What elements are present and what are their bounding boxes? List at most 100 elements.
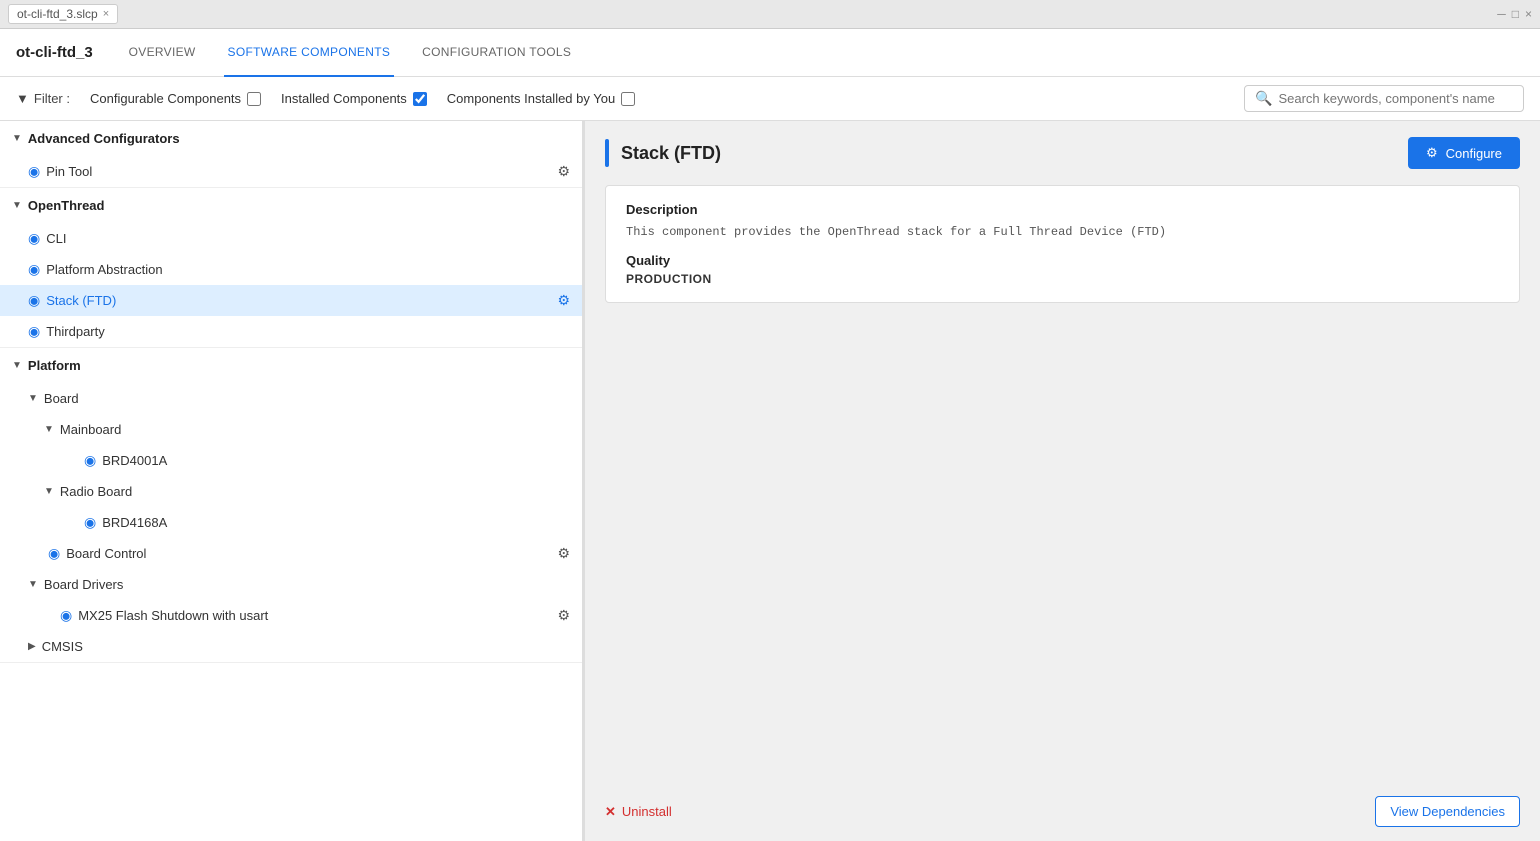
main-layout: ▼ Advanced Configurators ◉ Pin Tool ⚙ ▼ … [0, 121, 1540, 841]
uninstall-button[interactable]: ✕ Uninstall [605, 804, 672, 820]
filter-configurable: Configurable Components [90, 91, 261, 106]
configure-gear-icon: ⚙ [1426, 145, 1438, 161]
installed-by-you-label: Components Installed by You [447, 91, 615, 106]
group-label: Advanced Configurators [28, 131, 180, 146]
close-window-icon[interactable]: × [1525, 7, 1532, 21]
uninstall-label: Uninstall [622, 804, 672, 819]
quality-value: PRODUCTION [626, 272, 1499, 286]
minimize-icon[interactable]: ─ [1497, 7, 1506, 21]
subgroup-label: Board Drivers [44, 577, 123, 592]
item-mx25-flash[interactable]: ◉ MX25 Flash Shutdown with usart ⚙ [16, 600, 582, 631]
subgroup-label: CMSIS [42, 639, 83, 654]
view-deps-label: View Dependencies [1390, 804, 1505, 819]
check-icon: ◉ [48, 545, 60, 562]
configurable-label: Configurable Components [90, 91, 241, 106]
view-dependencies-button[interactable]: View Dependencies [1375, 796, 1520, 827]
subgroup-board-wrapper: ▼ Board ▼ Mainboard ◉ BRD4001A [0, 383, 582, 569]
triangle-icon: ▼ [44, 424, 54, 435]
component-title: Stack (FTD) [621, 143, 721, 164]
component-title-bar: Stack (FTD) [605, 139, 1408, 167]
triangle-icon: ▼ [28, 393, 38, 404]
subgroup-label: Mainboard [60, 422, 121, 437]
item-thirdparty[interactable]: ◉ Thirdparty [0, 316, 582, 347]
group-platform[interactable]: ▼ Platform [0, 348, 582, 383]
subgroup-radio-board-wrapper: ▼ Radio Board ◉ BRD4168A [16, 476, 582, 538]
subgroup-mainboard[interactable]: ▼ Mainboard [32, 414, 582, 445]
section-platform: ▼ Platform ▼ Board ▼ Mainboard ◉ [0, 348, 582, 663]
subgroup-mainboard-wrapper: ▼ Mainboard ◉ BRD4001A [16, 414, 582, 476]
check-icon: ◉ [28, 163, 40, 180]
item-brd4001a[interactable]: ◉ BRD4001A [32, 445, 582, 476]
group-label: Platform [28, 358, 81, 373]
close-icon[interactable]: × [103, 8, 109, 20]
gear-icon[interactable]: ⚙ [557, 545, 570, 562]
configurable-checkbox[interactable] [247, 92, 261, 106]
maximize-icon[interactable]: □ [1512, 7, 1519, 21]
gear-icon[interactable]: ⚙ [557, 163, 570, 180]
installed-checkbox[interactable] [413, 92, 427, 106]
group-openthread[interactable]: ▼ OpenThread [0, 188, 582, 223]
triangle-icon: ▼ [44, 486, 54, 497]
check-icon: ◉ [60, 607, 72, 624]
group-advanced-configurators[interactable]: ▼ Advanced Configurators [0, 121, 582, 156]
triangle-icon: ▼ [12, 360, 22, 371]
item-cli[interactable]: ◉ CLI [0, 223, 582, 254]
window-chrome: ot-cli-ftd_3.slcp × ─ □ × [0, 0, 1540, 29]
item-pin-tool[interactable]: ◉ Pin Tool ⚙ [0, 156, 582, 187]
subgroup-label: Radio Board [60, 484, 132, 499]
funnel-icon: ▼ [16, 91, 29, 106]
check-icon: ◉ [28, 323, 40, 340]
triangle-icon: ▼ [28, 579, 38, 590]
configure-button[interactable]: ⚙ Configure [1408, 137, 1520, 169]
item-brd4168a[interactable]: ◉ BRD4168A [32, 507, 582, 538]
installed-by-you-checkbox[interactable] [621, 92, 635, 106]
item-label: Thirdparty [46, 324, 105, 339]
component-header: Stack (FTD) ⚙ Configure [585, 121, 1540, 185]
installed-label: Installed Components [281, 91, 407, 106]
item-stack-ftd[interactable]: ◉ Stack (FTD) ⚙ [0, 285, 582, 316]
search-box[interactable]: 🔍 [1244, 85, 1524, 112]
description-text: This component provides the OpenThread s… [626, 225, 1499, 239]
item-label: Pin Tool [46, 164, 92, 179]
triangle-icon: ▼ [12, 200, 22, 211]
item-label: BRD4001A [102, 453, 167, 468]
item-label: Board Control [66, 546, 146, 561]
filter-bar: ▼ Filter : Configurable Components Insta… [0, 77, 1540, 121]
main-header: ot-cli-ftd_3 OVERVIEW SOFTWARE COMPONENT… [0, 29, 1540, 77]
accent-bar [605, 139, 609, 167]
item-label: CLI [46, 231, 66, 246]
item-label: Platform Abstraction [46, 262, 162, 277]
item-label: BRD4168A [102, 515, 167, 530]
subgroup-cmsis[interactable]: ▶ CMSIS [16, 631, 582, 662]
description-card: Description This component provides the … [605, 185, 1520, 303]
tab-overview[interactable]: OVERVIEW [125, 29, 200, 77]
section-advanced-configurators: ▼ Advanced Configurators ◉ Pin Tool ⚙ [0, 121, 582, 188]
check-icon: ◉ [28, 261, 40, 278]
check-icon: ◉ [84, 452, 96, 469]
section-openthread: ▼ OpenThread ◉ CLI ◉ Platform Abstractio… [0, 188, 582, 348]
check-icon: ◉ [84, 514, 96, 531]
subgroup-radio-board[interactable]: ▼ Radio Board [32, 476, 582, 507]
subgroup-board-drivers[interactable]: ▼ Board Drivers [16, 569, 582, 600]
gear-icon[interactable]: ⚙ [557, 292, 570, 309]
window-tab[interactable]: ot-cli-ftd_3.slcp × [8, 4, 118, 24]
spacer [585, 303, 1540, 782]
right-panel: Stack (FTD) ⚙ Configure Description This… [585, 121, 1540, 841]
filter-installed-by-you: Components Installed by You [447, 91, 635, 106]
left-panel: ▼ Advanced Configurators ◉ Pin Tool ⚙ ▼ … [0, 121, 585, 841]
item-board-control[interactable]: ◉ Board Control ⚙ [16, 538, 582, 569]
search-input[interactable] [1278, 91, 1513, 106]
gear-icon[interactable]: ⚙ [557, 607, 570, 624]
description-heading: Description [626, 202, 1499, 217]
x-icon: ✕ [605, 804, 616, 820]
item-platform-abstraction[interactable]: ◉ Platform Abstraction [0, 254, 582, 285]
quality-heading: Quality [626, 253, 1499, 268]
bottom-bar: ✕ Uninstall View Dependencies [585, 782, 1540, 841]
filter-installed: Installed Components [281, 91, 427, 106]
item-label: Stack (FTD) [46, 293, 116, 308]
tab-software-components[interactable]: SOFTWARE COMPONENTS [224, 29, 395, 77]
subgroup-board[interactable]: ▼ Board [16, 383, 582, 414]
group-label: OpenThread [28, 198, 105, 213]
tab-configuration-tools[interactable]: CONFIGURATION TOOLS [418, 29, 575, 77]
app-title: ot-cli-ftd_3 [16, 44, 93, 61]
